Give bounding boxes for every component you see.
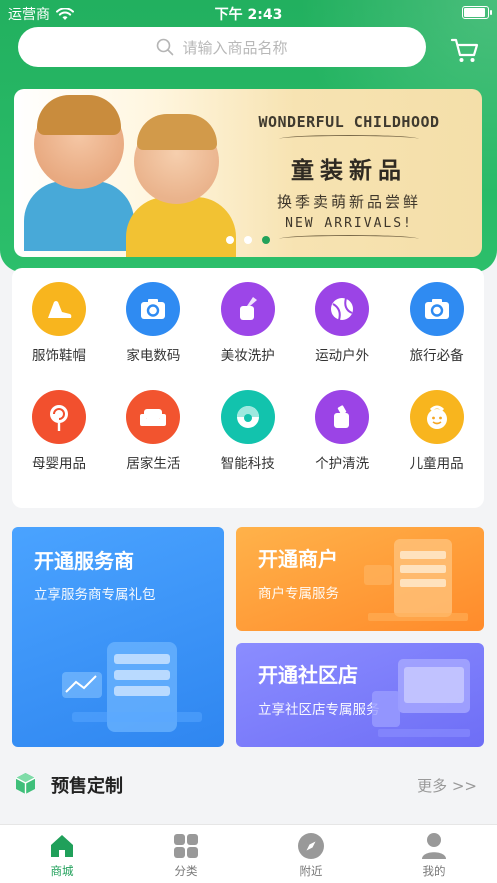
category-item[interactable]: 智能科技	[201, 390, 295, 472]
tab-label: 分类	[174, 864, 198, 878]
banner-line4: NEW ARRIVALS!	[285, 216, 413, 231]
community-sub: 立享社区店专属服务	[258, 702, 380, 718]
merchant-title: 开通商户	[258, 547, 338, 571]
category-label: 个护清洗	[315, 456, 370, 472]
category-item[interactable]: 居家生活	[106, 390, 200, 472]
category-label: 家电数码	[126, 348, 181, 364]
merchant-sub: 商户专属服务	[258, 586, 339, 602]
search-icon	[157, 38, 174, 56]
category-item[interactable]: 母婴用品	[12, 390, 106, 472]
category-item[interactable]: 运动户外	[295, 282, 389, 364]
open-community-store-card[interactable]: 开通社区店 立享社区店专属服务	[236, 643, 484, 747]
service-sub: 立享服务商专属礼包	[34, 587, 156, 603]
banner-line3: 换季卖萌新品尝鲜	[276, 193, 421, 211]
tab-mine[interactable]: 我的	[389, 831, 479, 879]
shop-illustration-icon	[364, 539, 468, 621]
tab-label: 我的	[422, 864, 446, 878]
presale-title: 预售定制	[51, 776, 123, 797]
category-grid: 服饰鞋帽 家电数码 美妆洗护 运动户外 旅行必备母婴用品 居家生活 智能科技 个护清洗 儿童用品	[12, 268, 484, 508]
lollipop-icon	[32, 390, 86, 444]
tab-label: 商城	[50, 864, 74, 878]
banner-dot[interactable]	[244, 236, 252, 244]
banner-line1: WONDERFUL CHILDHOOD	[258, 113, 440, 131]
grid-icon	[174, 834, 198, 858]
banner-dot[interactable]	[226, 236, 234, 244]
status-bar: 运营商 下午 2:43	[0, 0, 497, 26]
home-icon	[51, 835, 73, 857]
status-time: 下午 2:43	[214, 7, 283, 23]
cosmetics-icon	[220, 282, 275, 336]
category-item[interactable]: 服饰鞋帽	[12, 282, 106, 364]
category-label: 智能科技	[220, 456, 275, 472]
robot-icon	[220, 390, 275, 444]
category-item[interactable]: 个护清洗	[295, 390, 389, 472]
sofa-icon	[126, 390, 181, 444]
high-heel-icon	[32, 282, 86, 336]
tab-category[interactable]: 分类	[141, 831, 231, 879]
category-label: 运动户外	[315, 348, 370, 364]
camera-icon	[409, 282, 464, 336]
category-label: 服饰鞋帽	[32, 348, 86, 364]
category-label: 母婴用品	[32, 456, 86, 472]
user-icon	[422, 833, 446, 859]
category-label: 儿童用品	[409, 456, 464, 472]
community-title: 开通社区店	[258, 663, 358, 687]
tab-mall[interactable]: 商城	[17, 831, 107, 879]
category-item[interactable]: 旅行必备	[390, 282, 484, 364]
tab-nearby[interactable]: 附近	[266, 831, 356, 879]
bottle-icon	[315, 390, 370, 444]
search-input[interactable]: 请输入商品名称	[18, 27, 426, 67]
banner-dot-active[interactable]	[262, 236, 270, 244]
presale-section-header: 预售定制 更多 >>	[0, 760, 497, 810]
open-merchant-card[interactable]: 开通商户 商户专属服务	[236, 527, 484, 631]
service-title: 开通服务商	[34, 549, 134, 573]
category-label: 居家生活	[126, 456, 181, 472]
tab-label: 附近	[299, 864, 323, 878]
category-label: 美妆洗护	[220, 348, 275, 364]
monitor-illustration-icon	[372, 659, 470, 737]
presale-more-link[interactable]: 更多 >>	[417, 775, 477, 796]
phone-illustration-icon	[62, 642, 202, 732]
open-service-provider-card[interactable]: 开通服务商 立享服务商专属礼包	[12, 527, 224, 747]
bottom-tab-bar: 商城 分类 附近 我的	[0, 824, 497, 883]
banner-text: WONDERFUL CHILDHOOD 童装新品 换季卖萌新品尝鲜 NEW AR…	[224, 113, 474, 243]
promo-banner[interactable]: WONDERFUL CHILDHOOD 童装新品 换季卖萌新品尝鲜 NEW AR…	[14, 89, 482, 257]
battery-icon	[462, 6, 492, 19]
category-item[interactable]: 儿童用品	[390, 390, 484, 472]
ball-icon	[315, 282, 370, 336]
cube-icon	[15, 773, 36, 794]
banner-pagination[interactable]	[14, 236, 482, 244]
search-placeholder: 请输入商品名称	[182, 38, 288, 57]
compass-icon	[298, 833, 324, 859]
baby-face-icon	[409, 390, 464, 444]
camera-icon	[126, 282, 181, 336]
category-item[interactable]: 家电数码	[106, 282, 200, 364]
category-item[interactable]: 美妆洗护	[201, 282, 295, 364]
category-label: 旅行必备	[409, 348, 464, 364]
cart-icon[interactable]	[449, 34, 481, 66]
banner-line2: 童装新品	[291, 158, 407, 184]
